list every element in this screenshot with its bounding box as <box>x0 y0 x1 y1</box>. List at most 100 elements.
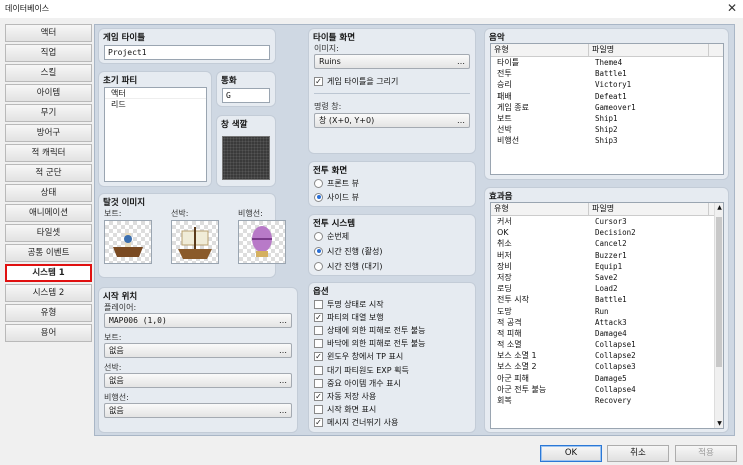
ship-start-select[interactable]: 없음… <box>104 373 292 388</box>
cancel-button[interactable]: 취소 <box>607 445 669 462</box>
side-view-radio[interactable]: 사이드 뷰 <box>314 191 359 203</box>
option-checkbox[interactable]: 대기 파티원도 EXP 획득 <box>314 364 409 376</box>
title-image-label: 이미지: <box>314 44 339 53</box>
sidebar-item[interactable]: 아이템 <box>5 84 92 102</box>
table-row[interactable]: 선박 Ship2 <box>491 124 723 135</box>
command-window-label: 명령 창: <box>314 102 342 111</box>
sfx-scrollbar[interactable]: ▲ ▼ <box>714 203 723 428</box>
table-row[interactable]: 타이틀 Theme4 <box>491 57 723 68</box>
option-checkbox[interactable]: 중요 아이템 개수 표시 <box>314 377 401 389</box>
boat-image[interactable] <box>104 220 152 264</box>
table-row[interactable]: 커서 Cursor3 <box>491 216 723 227</box>
sidebar-item[interactable]: 시스템 2 <box>5 284 92 302</box>
table-row[interactable]: 저장 Save2 <box>491 272 723 283</box>
table-row[interactable]: 아군 전투 불능 Collapse4 <box>491 384 723 395</box>
table-row[interactable]: OK Decision2 <box>491 227 723 238</box>
option-checkbox[interactable]: ✓ 자동 저장 사용 <box>314 390 376 402</box>
sidebar-item[interactable]: 공통 이벤트 <box>5 244 92 262</box>
option-checkbox[interactable]: ✓ 파티의 대열 보행 <box>314 311 384 323</box>
sidebar-item[interactable]: 적 군단 <box>5 164 92 182</box>
sfx-table[interactable]: 유형 파일명 커서 Cursor3 OK Decision2 취소 Cancel2 버저 Buz… <box>490 202 724 429</box>
music-table[interactable]: 유형 파일명 타이틀 Theme4 전투 Battle1 승리 Victory1 패배 Defe… <box>490 43 724 175</box>
option-checkbox[interactable]: ✓ 메시지 건너뛰기 사용 <box>314 417 398 429</box>
sidebar-item[interactable]: 적 캐릭터 <box>5 144 92 162</box>
table-row[interactable]: 회복 Recovery <box>491 395 723 406</box>
sidebar-item[interactable]: 직업 <box>5 44 92 62</box>
sidebar-item[interactable]: 유형 <box>5 304 92 322</box>
ship-image[interactable] <box>171 220 219 264</box>
turn-based-radio[interactable]: 순번제 <box>314 230 349 242</box>
table-row[interactable]: 승리 Victory1 <box>491 79 723 90</box>
table-row[interactable]: 보스 소멸 1 Collapse2 <box>491 350 723 361</box>
option-checkbox[interactable]: ✓ 윈도우 창에서 TP 표시 <box>314 351 403 363</box>
airship-image[interactable] <box>238 220 286 264</box>
checkmark-icon: ✓ <box>314 76 323 86</box>
checkbox-icon <box>314 339 323 349</box>
title-image-select[interactable]: Ruins… <box>314 54 470 69</box>
command-window-select[interactable]: 창 (X+0, Y+0)… <box>314 113 470 128</box>
apply-button[interactable]: 적용 <box>675 445 737 462</box>
ok-button[interactable]: OK <box>540 445 602 462</box>
table-row[interactable]: 적 피해 Damage4 <box>491 328 723 339</box>
window-color-group: 창 색깔 <box>216 115 276 187</box>
list-item[interactable]: 리드 <box>105 99 206 110</box>
draw-title-checkbox[interactable]: ✓ 게임 타이틀을 그리기 <box>314 75 398 87</box>
table-row[interactable]: 비행선 Ship3 <box>491 135 723 146</box>
option-checkbox[interactable]: 상태에 의한 피해로 전투 불능 <box>314 324 426 336</box>
close-icon[interactable]: ✕ <box>727 1 737 15</box>
title-screen-group: 타이틀 화면 이미지: Ruins… ✓ 게임 타이틀을 그리기 명령 창: 창 … <box>308 28 476 154</box>
table-row[interactable]: 로딩 Load2 <box>491 283 723 294</box>
scroll-up-icon[interactable]: ▲ <box>715 204 723 211</box>
sidebar-item[interactable]: 애니메이션 <box>5 204 92 222</box>
table-row[interactable]: 패배 Defeat1 <box>491 91 723 102</box>
radio-selected-icon <box>314 246 323 256</box>
sidebar-item[interactable]: 상태 <box>5 184 92 202</box>
sidebar-item[interactable]: 스킬 <box>5 64 92 82</box>
table-row[interactable]: 전투 시작 Battle1 <box>491 294 723 305</box>
battle-system-group: 전투 시스템 순번제 시간 진행 (활성) 시간 진행 (대기) <box>308 214 476 276</box>
more-icon: … <box>279 316 287 325</box>
scrollbar-thumb[interactable] <box>716 217 722 367</box>
option-checkbox[interactable]: 시작 화면 표시 <box>314 404 376 416</box>
sfx-label: 효과음 <box>489 192 513 202</box>
game-title-input[interactable]: Project1 <box>104 45 270 60</box>
table-row[interactable]: 버저 Buzzer1 <box>491 250 723 261</box>
table-row[interactable]: 장비 Equip1 <box>491 261 723 272</box>
front-view-radio[interactable]: 프론트 뷰 <box>314 177 359 189</box>
party-list[interactable]: 액터 리드 <box>104 87 207 182</box>
table-row[interactable]: 도망 Run <box>491 306 723 317</box>
table-row[interactable]: 게임 종료 Gameover1 <box>491 102 723 113</box>
sidebar-item[interactable]: 타일셋 <box>5 224 92 242</box>
sidebar-item[interactable]: 무기 <box>5 104 92 122</box>
player-start-select[interactable]: MAP006 (1,0)… <box>104 313 292 328</box>
sidebar-item[interactable]: 액터 <box>5 24 92 42</box>
sidebar-item[interactable]: 용어 <box>5 324 92 342</box>
file-column-header: 파일명 <box>589 44 709 56</box>
scroll-down-icon[interactable]: ▼ <box>715 420 723 427</box>
table-row[interactable]: 전투 Battle1 <box>491 68 723 79</box>
sidebar-item[interactable]: 방어구 <box>5 124 92 142</box>
table-row[interactable]: 적 공격 Attack3 <box>491 317 723 328</box>
currency-group: 통화 G <box>216 71 276 107</box>
airship-image-label: 비행선: <box>238 209 263 218</box>
table-row[interactable]: 보트 Ship1 <box>491 113 723 124</box>
options-group: 옵션 투명 상태로 시작 ✓ 파티의 대열 보행 상태에 의한 피해로 전투 불능 바닥… <box>308 282 476 433</box>
checkbox-icon <box>314 405 323 415</box>
table-row[interactable]: 보스 소멸 2 Collapse3 <box>491 361 723 372</box>
time-active-radio[interactable]: 시간 진행 (활성) <box>314 245 383 257</box>
table-row[interactable]: 아군 피해 Damage5 <box>491 373 723 384</box>
more-icon: … <box>279 376 287 385</box>
window-color-swatch[interactable] <box>222 136 270 180</box>
list-item[interactable]: 액터 <box>105 88 206 100</box>
type-column-header: 유형 <box>491 44 589 56</box>
airship-start-select[interactable]: 없음… <box>104 403 292 418</box>
sidebar-item[interactable]: 시스템 1 <box>5 264 92 282</box>
option-checkbox[interactable]: 투명 상태로 시작 <box>314 298 384 310</box>
time-wait-radio[interactable]: 시간 진행 (대기) <box>314 260 383 272</box>
option-checkbox[interactable]: 바닥에 의한 피해로 전투 불능 <box>314 338 426 350</box>
boat-start-select[interactable]: 없음… <box>104 343 292 358</box>
table-row[interactable]: 적 소멸 Collapse1 <box>491 339 723 350</box>
title-bar: 데이터베이스 ✕ <box>0 0 743 18</box>
currency-input[interactable]: G <box>222 88 270 103</box>
table-row[interactable]: 취소 Cancel2 <box>491 238 723 249</box>
